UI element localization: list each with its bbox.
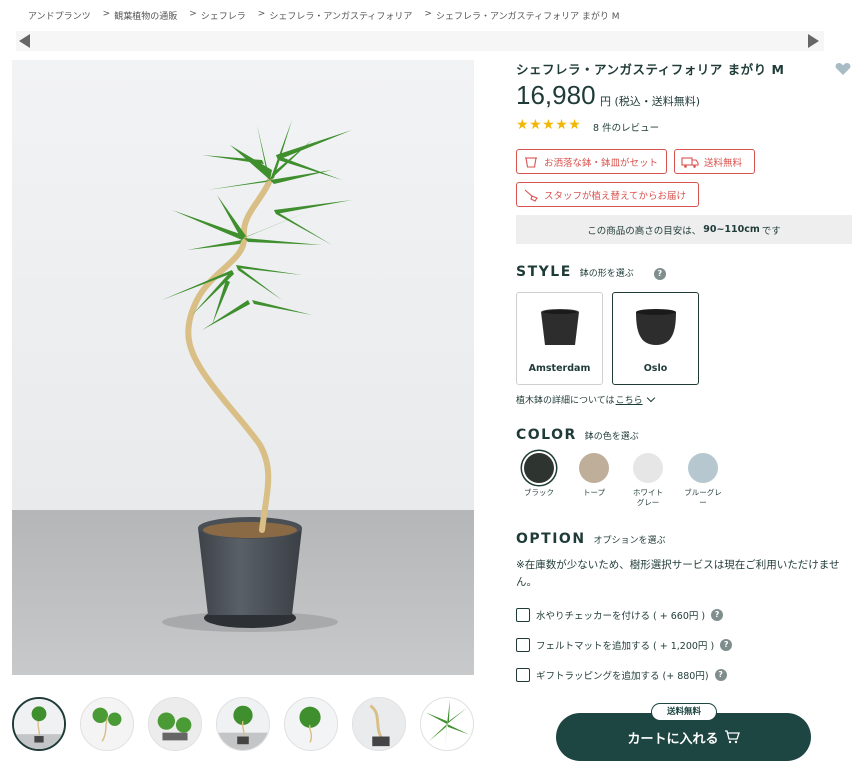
option-title: OPTION	[516, 531, 586, 547]
scroll-left-arrow-icon[interactable]	[19, 34, 30, 48]
thumbnail-strip	[12, 697, 477, 753]
checkbox[interactable]	[516, 608, 530, 622]
thumbnail-1[interactable]	[12, 697, 66, 751]
option-label: フェルトマットを追加する ( + 1,200円 )	[536, 641, 715, 652]
rating-stars: ★ ★ ★ ★ ★	[516, 118, 581, 132]
option-row-watering-checker[interactable]: 水やりチェッカーを付ける ( + 660円 ) ?	[516, 608, 724, 622]
tag-label: お洒落な鉢・鉢皿がセット	[544, 157, 659, 169]
thumbnail-2[interactable]	[80, 697, 134, 751]
tag-repotting: スタッフが植え替えてからお届け	[516, 182, 699, 207]
tag-free-shipping: 送料無料	[674, 149, 755, 174]
color-option-blue-gray[interactable]: ブルーグレー	[679, 453, 727, 508]
star-icon: ★	[555, 117, 568, 133]
breadcrumb-item-genus[interactable]: シェフレラ	[201, 9, 246, 22]
option-section-header: OPTION オプションを選ぶ	[516, 531, 666, 547]
star-icon: ★	[542, 117, 555, 133]
chevron-down-icon	[646, 393, 655, 402]
height-note-value: 90~110cm	[703, 224, 760, 235]
height-note-suffix: です	[761, 225, 781, 237]
breadcrumb-item-current: シェフレラ・アンガスティフォリア まがり M	[435, 12, 620, 22]
color-option-black[interactable]: ブラック	[515, 453, 563, 498]
height-note-prefix: この商品の高さの目安は、	[587, 225, 702, 237]
product-title: シェフレラ・アンガスティフォリア まがり M	[516, 62, 785, 77]
tag-label: スタッフが植え替えてからお届け	[544, 190, 687, 202]
color-swatch[interactable]	[524, 453, 554, 483]
color-subtitle: 鉢の色を選ぶ	[584, 432, 639, 442]
color-swatch[interactable]	[633, 453, 663, 483]
color-label: ホワイトグレー	[633, 488, 663, 507]
tag-pot-set: お洒落な鉢・鉢皿がセット	[516, 149, 667, 174]
color-option-white-gray[interactable]: ホワイトグレー	[624, 453, 672, 508]
color-label: ブルーグレー	[684, 488, 722, 507]
height-guide-note: この商品の高さの目安は、 90~110cm です	[516, 215, 852, 244]
option-row-felt-mat[interactable]: フェルトマットを追加する ( + 1,200円 ) ?	[516, 638, 733, 652]
pot-icon	[525, 156, 537, 168]
style-subtitle: 鉢の形を選ぶ	[579, 269, 634, 279]
pot-details-link[interactable]: 植木鉢の詳細については こちら	[516, 393, 655, 406]
breadcrumb-separator: >	[189, 9, 197, 19]
pot-link-text[interactable]: こちら	[616, 393, 643, 406]
product-main-image	[12, 60, 474, 675]
product-price: 16,980	[516, 80, 596, 110]
breadcrumb: アンドプランツ > 観葉植物の通販 > シェフレラ > シェフレラ・アンガスティ…	[28, 9, 632, 22]
color-label: トープ	[582, 488, 606, 497]
checkbox[interactable]	[516, 638, 530, 652]
breadcrumb-separator: >	[102, 9, 111, 19]
option-label: 水やりチェッカーを付ける ( + 660円 )	[536, 611, 706, 622]
thumbnail-7[interactable]	[420, 697, 474, 751]
breadcrumb-separator: >	[424, 9, 432, 19]
option-availability-note: ※在庫数が少ないため、樹形選択サービスは現在ご利用いただけません。	[516, 559, 840, 588]
scroll-right-arrow-icon[interactable]	[808, 34, 819, 48]
checkbox[interactable]	[516, 668, 530, 682]
oslo-pot-icon	[635, 309, 676, 345]
review-count-link[interactable]: 8 件のレビュー	[593, 120, 659, 134]
breadcrumb-item-species[interactable]: シェフレラ・アンガスティフォリア	[269, 9, 412, 22]
price-suffix: 円 (税込・送料無料)	[600, 95, 701, 108]
favorite-heart-icon[interactable]	[835, 61, 851, 80]
color-title: COLOR	[516, 427, 577, 443]
thumbnail-5[interactable]	[284, 697, 338, 751]
style-option-label: Amsterdam	[528, 363, 591, 374]
image-scroller-bar	[16, 31, 824, 51]
help-icon[interactable]: ?	[653, 268, 666, 280]
breadcrumb-item-category[interactable]: 観葉植物の通販	[114, 9, 177, 22]
breadcrumb-item-home[interactable]: アンドプランツ	[28, 9, 91, 22]
help-icon[interactable]: ?	[720, 639, 733, 651]
tag-label: 送料無料	[704, 157, 743, 169]
color-swatch[interactable]	[688, 453, 718, 483]
star-icon: ★	[529, 117, 542, 133]
style-title: STYLE	[516, 264, 572, 280]
free-shipping-badge: 送料無料	[651, 703, 717, 721]
shovel-icon	[524, 189, 538, 202]
style-option-oslo[interactable]: Oslo	[612, 292, 699, 385]
add-to-cart-label: カートに入れる	[627, 731, 719, 747]
thumbnail-6[interactable]	[352, 697, 406, 751]
help-icon[interactable]: ?	[711, 609, 724, 621]
option-label: ギフトラッピングを追加する (+ 880円)	[536, 671, 709, 682]
thumbnail-3[interactable]	[148, 697, 202, 751]
option-row-gift-wrapping[interactable]: ギフトラッピングを追加する (+ 880円) ?	[516, 668, 727, 682]
help-icon[interactable]: ?	[714, 669, 727, 681]
style-section-header: STYLE 鉢の形を選ぶ ?	[516, 264, 666, 280]
style-option-amsterdam[interactable]: Amsterdam	[516, 292, 603, 385]
amsterdam-pot-icon	[540, 309, 579, 345]
star-icon: ★	[568, 117, 581, 133]
cart-icon	[724, 730, 740, 744]
truck-icon	[681, 156, 699, 168]
color-swatch[interactable]	[579, 453, 609, 483]
option-subtitle: オプションを選ぶ	[593, 536, 666, 546]
color-label: ブラック	[524, 488, 554, 497]
pot-link-prefix: 植木鉢の詳細については	[516, 396, 615, 406]
color-option-taupe[interactable]: トープ	[570, 453, 618, 498]
color-section-header: COLOR 鉢の色を選ぶ	[516, 427, 639, 443]
star-icon: ★	[516, 117, 529, 133]
breadcrumb-separator: >	[257, 9, 266, 19]
thumbnail-4[interactable]	[216, 697, 270, 751]
style-option-label: Oslo	[643, 363, 668, 374]
